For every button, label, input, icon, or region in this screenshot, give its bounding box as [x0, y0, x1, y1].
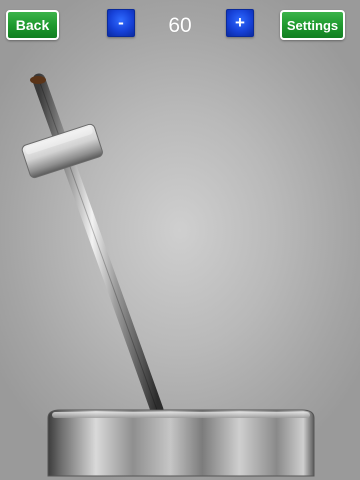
pendulum-tip-icon: [30, 76, 46, 84]
metal-base-icon: [47, 409, 315, 477]
decrease-tempo-button[interactable]: -: [107, 9, 135, 37]
tempo-value: 60: [168, 14, 192, 37]
settings-button[interactable]: Settings: [280, 10, 345, 40]
back-button[interactable]: Back: [6, 10, 59, 40]
increase-tempo-button[interactable]: +: [226, 9, 254, 37]
metronome-screen: Back - 60 + Settings: [0, 0, 360, 480]
metronome-illustration: [21, 73, 315, 477]
